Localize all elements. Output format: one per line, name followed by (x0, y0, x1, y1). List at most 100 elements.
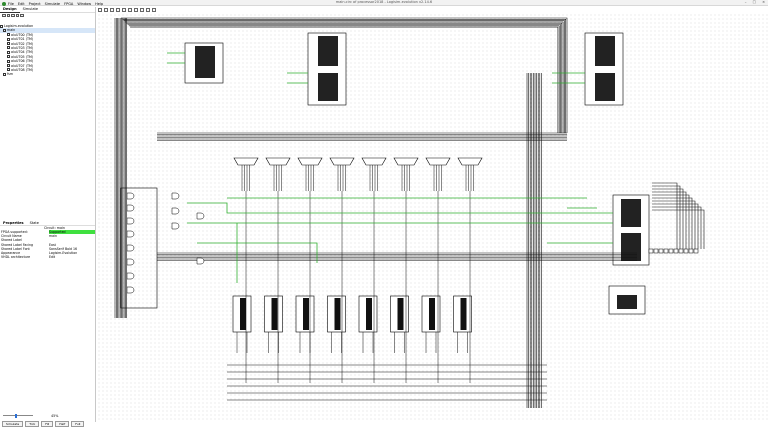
alu-slice-display (271, 298, 278, 330)
memory-block-upper (621, 199, 641, 227)
add-circuit-icon[interactable] (2, 13, 6, 18)
multiplexer (265, 157, 291, 166)
multiplexer (361, 157, 387, 166)
memory-block-lower (621, 233, 641, 261)
output-block-body (617, 295, 637, 309)
text-tool-icon[interactable] (110, 8, 114, 12)
alu-slice-display (429, 298, 435, 330)
output-probe (678, 248, 684, 254)
circuit-drawing[interactable] (97, 13, 768, 422)
logic-gate (126, 272, 135, 280)
zoom-slider-knob[interactable] (15, 413, 17, 418)
output-probe (673, 248, 679, 254)
logic-gate (171, 192, 180, 200)
logic-gate (126, 244, 135, 252)
output-probe (653, 248, 659, 254)
tab-simulate[interactable]: Simulate (20, 7, 41, 12)
tunnel-icon[interactable] (152, 8, 156, 12)
output-pin-icon[interactable] (122, 8, 126, 12)
alu-slice-display (334, 298, 341, 330)
logic-gate (126, 258, 135, 266)
circuit-icon (3, 72, 6, 76)
output-probe (693, 248, 699, 254)
menu-edit[interactable]: Edit (18, 2, 25, 6)
zoom-control: 45% (0, 413, 95, 418)
register-file-lower (595, 73, 615, 101)
menu-help[interactable]: Help (95, 2, 103, 6)
alu-slice-display (397, 298, 404, 330)
circuit-canvas[interactable] (97, 13, 768, 422)
multiplexer (329, 157, 355, 166)
property-row: VHDL architecture Edit (0, 255, 95, 259)
settings-icon[interactable] (20, 13, 24, 18)
sim-controls: Simulate Tick Fill Half Full (0, 421, 97, 429)
circuit-icon (7, 50, 10, 54)
input-pin-icon[interactable] (116, 8, 120, 12)
minimize-button[interactable]: – (745, 0, 747, 4)
tab-properties[interactable]: Properties (0, 221, 27, 225)
move-up-icon[interactable] (6, 13, 10, 18)
zoom-slider[interactable] (3, 413, 33, 418)
tree-item-fsm[interactable]: fsm (0, 72, 95, 76)
delete-circuit-icon[interactable] (15, 13, 19, 18)
multiplexer (457, 157, 483, 166)
output-probe (658, 248, 664, 254)
bus-wire (652, 182, 678, 249)
circuit-icon (7, 59, 10, 63)
rom-block-lower (318, 73, 338, 101)
circuit-icon (7, 55, 10, 59)
or-gate-icon[interactable] (140, 8, 144, 12)
circuit-icon (7, 42, 10, 46)
alu-slice-display (240, 298, 246, 330)
output-probe (688, 248, 694, 254)
bus-wire (652, 203, 699, 249)
logic-gate (126, 217, 135, 225)
logic-gate (171, 207, 180, 215)
multiplexer (297, 157, 323, 166)
circuit-icon (3, 28, 6, 32)
circuit-icon (7, 68, 10, 72)
alu-slice-display (303, 298, 309, 330)
output-probe (683, 248, 689, 254)
menu-fpga[interactable]: FPGA (64, 2, 73, 6)
output-probe (648, 248, 654, 254)
logic-gate (126, 192, 135, 200)
not-gate-icon[interactable] (128, 8, 132, 12)
maximize-button[interactable]: □ (753, 0, 756, 4)
select-tool-icon[interactable] (104, 8, 108, 12)
xor-gate-icon[interactable] (146, 8, 150, 12)
explorer-toolbar (0, 13, 95, 18)
menu-window[interactable]: Window (77, 2, 91, 6)
menu-simulate[interactable]: Simulate (45, 2, 60, 6)
output-probe (668, 248, 674, 254)
explorer-pane: Design Simulate Logisim-evolution main a… (0, 7, 96, 427)
move-down-icon[interactable] (11, 13, 15, 18)
bus-wire (652, 200, 696, 249)
circuit-icon (7, 33, 10, 37)
menu-file[interactable]: File (8, 2, 14, 6)
properties-panel: Properties State Circuit: main FPGA supp… (0, 220, 95, 259)
multiplexer (393, 157, 419, 166)
circuit-icon (7, 64, 10, 68)
menu-project[interactable]: Project (29, 2, 41, 6)
logic-gate (171, 222, 180, 230)
zoom-value: 45% (51, 413, 59, 418)
logic-gate (126, 204, 135, 212)
window-title: main.circ of processor2018 - Logisim-evo… (335, 0, 433, 4)
property-value[interactable]: Edit (49, 255, 95, 259)
tab-design[interactable]: Design (0, 7, 20, 13)
and-gate-icon[interactable] (134, 8, 138, 12)
tab-state[interactable]: State (27, 221, 42, 225)
multiplexer (425, 157, 451, 166)
rom-block-upper (318, 36, 338, 66)
ram-block-body (195, 46, 215, 78)
close-button[interactable]: × (762, 0, 765, 4)
poke-tool-icon[interactable] (98, 8, 102, 12)
output-probe (663, 248, 669, 254)
window-title-bar: main.circ of processor2018 - Logisim-evo… (0, 0, 768, 6)
logic-gate (196, 257, 205, 265)
bus-wire (652, 191, 687, 249)
bus-wire (652, 209, 705, 249)
bus-wire (652, 206, 702, 249)
bus-wire (652, 185, 681, 249)
